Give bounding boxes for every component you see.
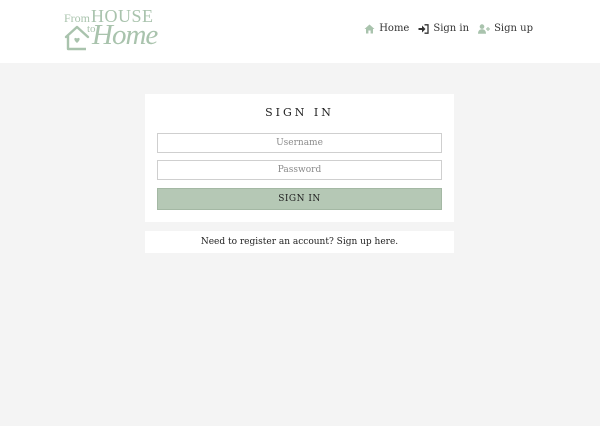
nav-home-label: Home <box>379 23 410 34</box>
header: From HOUSE to Home Home Sign in Sign up <box>0 0 600 63</box>
signin-title: SIGN IN <box>265 106 334 119</box>
nav-signup-label: Sign up <box>494 23 533 34</box>
register-link[interactable]: Need to register an account? Sign up her… <box>201 237 398 247</box>
signin-card: SIGN IN SIGN IN <box>145 94 454 222</box>
main-nav: Home Sign in Sign up <box>364 23 533 34</box>
logo-home-text: Home <box>92 19 158 51</box>
user-plus-icon <box>478 23 491 34</box>
nav-signin-label: Sign in <box>433 23 470 34</box>
nav-home-link[interactable]: Home <box>364 23 409 34</box>
password-input[interactable] <box>157 160 442 180</box>
nav-signup-link[interactable]: Sign up <box>478 23 533 34</box>
home-icon <box>364 24 375 33</box>
nav-signin-link[interactable]: Sign in <box>418 23 469 34</box>
signin-button[interactable]: SIGN IN <box>157 188 442 210</box>
username-input[interactable] <box>157 133 442 153</box>
register-prompt: Need to register an account? Sign up her… <box>145 231 454 253</box>
sign-in-icon <box>418 23 430 34</box>
site-logo[interactable]: From HOUSE to Home <box>64 6 174 56</box>
